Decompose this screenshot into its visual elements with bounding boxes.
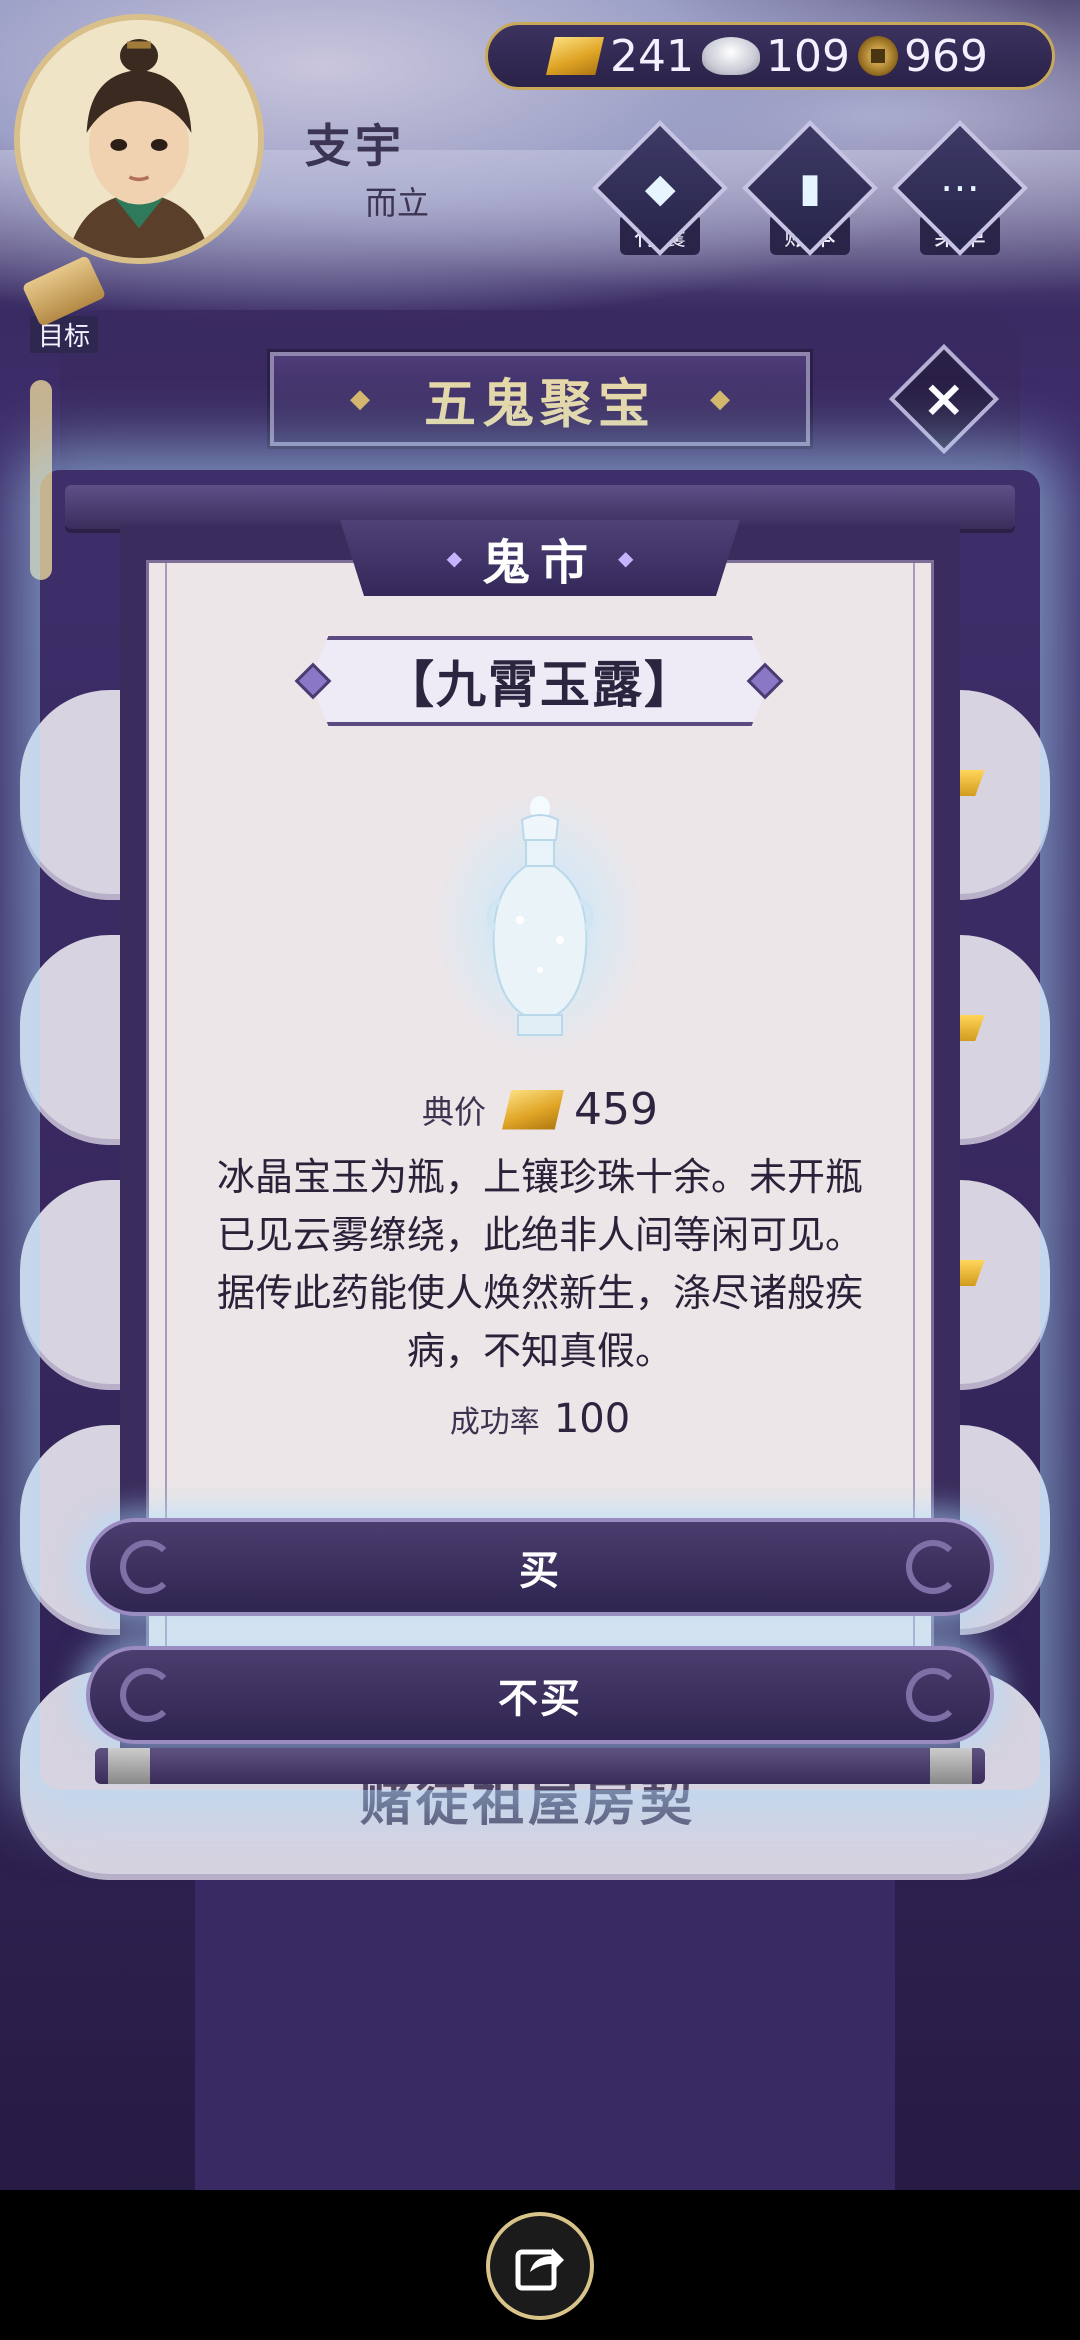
more-icon: ⋯ [892, 120, 1028, 256]
buy-button[interactable]: 买 [86, 1518, 994, 1616]
cloud-swirl-icon [120, 1540, 174, 1594]
page-title-board: ◆ 五鬼聚宝 ◆ [270, 352, 810, 446]
scroll-rod-end [108, 1748, 150, 1784]
silver-counter: 109 [701, 30, 850, 82]
player-name: 支宇 [305, 119, 405, 173]
success-rate-label: 成功率 [449, 1405, 540, 1440]
modal-header: ◆ 鬼市 ◆ [340, 520, 740, 596]
ledger-icon: ▮ [742, 120, 878, 256]
buy-label: 买 [519, 1548, 561, 1594]
diamond-ornament-icon: ◆ [349, 384, 370, 414]
close-icon: × [922, 368, 966, 429]
silver-ingot-icon [701, 37, 760, 75]
scroll-rod-end [930, 1748, 972, 1784]
cloud-swirl-icon [906, 1540, 960, 1594]
ledger-button[interactable]: ▮ 账本 [742, 120, 878, 260]
bag-icon: ◆ [592, 120, 728, 256]
cloud-swirl-icon [120, 1668, 174, 1722]
currency-bar: 241 109 969 [485, 22, 1055, 90]
lower-panel [195, 1880, 895, 2190]
coin-counter: 969 [857, 30, 988, 82]
avatar[interactable] [14, 14, 264, 264]
player-title: 而立 [365, 184, 430, 222]
gold-ingot-icon [502, 1089, 565, 1130]
coin-value: 969 [903, 30, 988, 82]
price-label: 典价 [422, 1092, 487, 1131]
diamond-ornament-icon: ◆ [446, 546, 462, 570]
silver-value: 109 [765, 30, 850, 82]
cloud-swirl-icon [906, 1668, 960, 1722]
gold-ingot-icon [546, 37, 604, 75]
menu-button[interactable]: ⋯ 菜单 [892, 120, 1028, 260]
scroll-rod [95, 1748, 985, 1784]
gold-counter: 241 [546, 31, 694, 82]
goal-button[interactable]: 目标 [14, 254, 114, 358]
decline-button[interactable]: 不买 [86, 1646, 994, 1744]
copper-coin-icon [857, 36, 898, 76]
gold-value: 241 [610, 30, 694, 82]
price-value: 459 [574, 1084, 658, 1135]
diamond-ornament-icon: ◆ [618, 546, 634, 570]
page-title: 五鬼聚宝 [423, 374, 656, 435]
item-name: 【九霄玉露】 [310, 636, 770, 726]
share-button[interactable] [486, 2212, 594, 2320]
share-icon [515, 2248, 564, 2291]
bag-button[interactable]: ◆ 行囊 [592, 120, 728, 260]
modal-title: 鬼市 [481, 535, 598, 591]
diamond-ornament-icon: ◆ [710, 384, 730, 414]
price-row: 典价 459 [0, 1084, 1080, 1135]
avatar-portrait [20, 20, 258, 258]
success-rate-value: 100 [553, 1396, 631, 1442]
item-description: 冰晶宝玉为瓶，上镶珍珠十余。未开瓶已见云雾缭绕，此绝非人间等闲可见。据传此药能使… [216, 1155, 863, 1373]
jade-vase-icon [460, 790, 620, 1050]
decline-label: 不买 [498, 1676, 582, 1722]
success-rate-row: 成功率 100 [0, 1396, 1080, 1442]
